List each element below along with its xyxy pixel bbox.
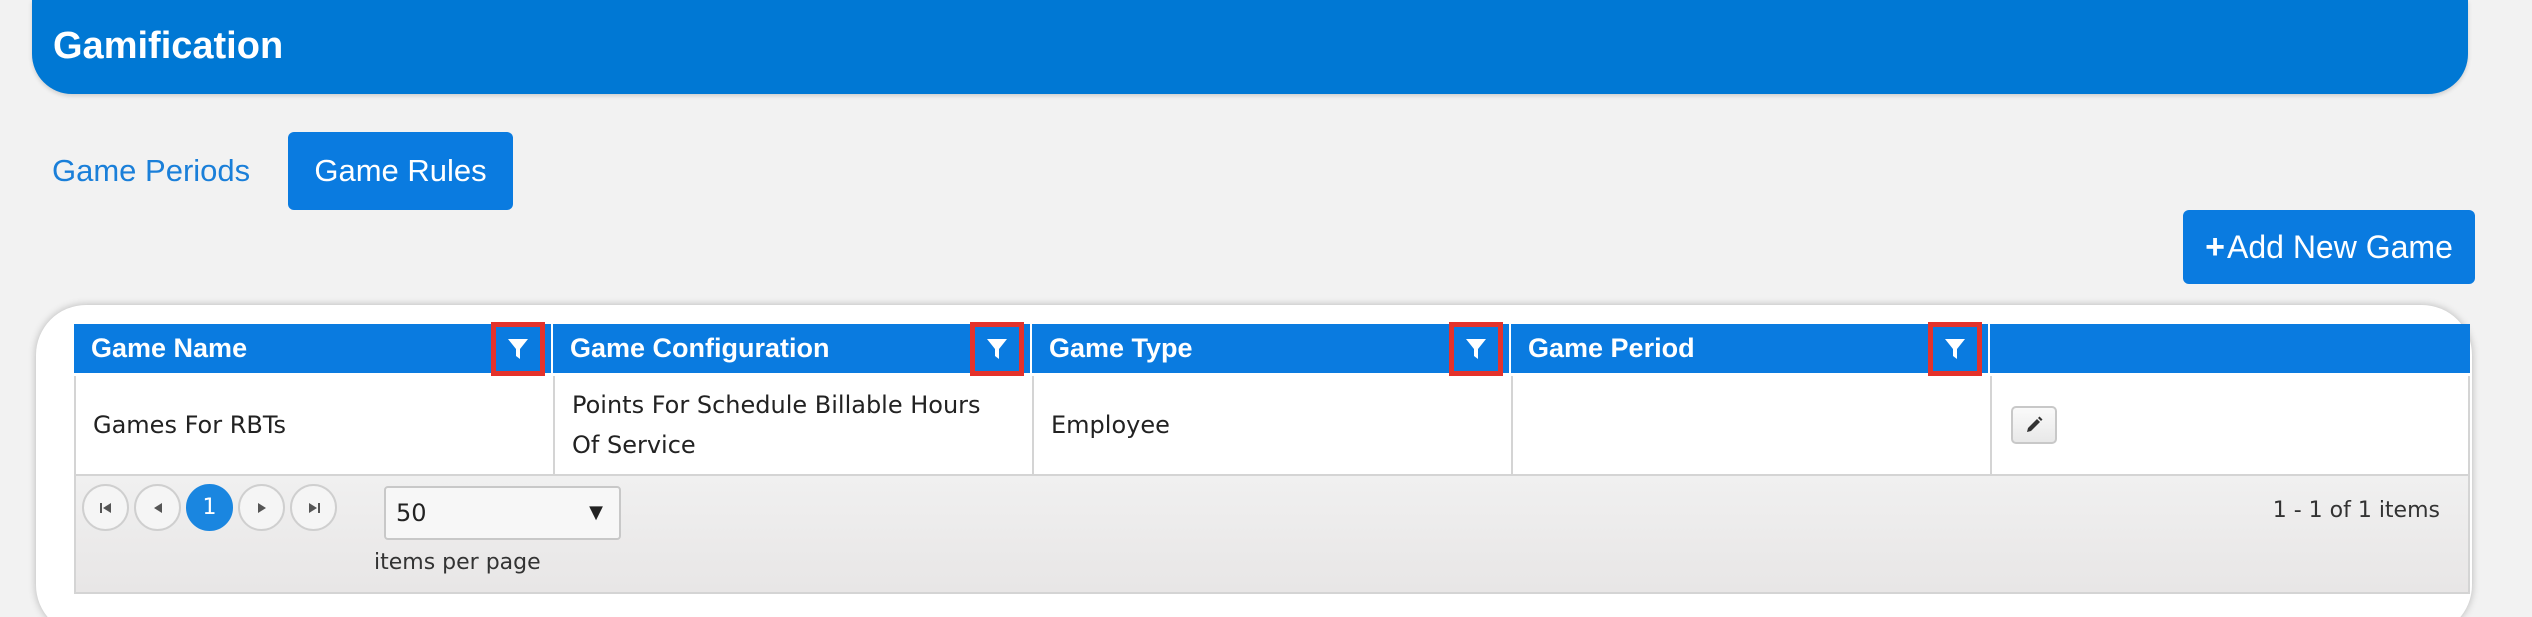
items-per-page-label: items per page xyxy=(374,550,541,575)
filter-game-name-button[interactable] xyxy=(491,322,545,376)
column-header-label: Game Type xyxy=(1049,333,1193,363)
page-size-select[interactable]: 50 ▼ xyxy=(384,486,621,540)
edit-button[interactable] xyxy=(2011,406,2057,444)
pager-info: 1 - 1 of 1 items xyxy=(2272,498,2440,523)
add-new-game-button[interactable]: + Add New Game xyxy=(2183,210,2475,284)
page-number-button[interactable]: 1 xyxy=(186,484,233,531)
plus-icon: + xyxy=(2205,227,2225,266)
column-header-game-name[interactable]: Game Name xyxy=(74,322,553,376)
next-page-icon xyxy=(257,502,266,513)
previous-page-button[interactable] xyxy=(134,484,181,531)
tab-game-periods[interactable]: Game Periods xyxy=(40,132,280,210)
column-header-game-period[interactable]: Game Period xyxy=(1511,322,1990,376)
column-header-label: Game Period xyxy=(1528,333,1695,363)
cell-game-configuration: Points For Schedule Billable Hours Of Se… xyxy=(555,376,1034,474)
last-page-button[interactable] xyxy=(290,484,337,531)
first-page-button[interactable] xyxy=(82,484,129,531)
cell-game-name: Games For RBTs xyxy=(76,376,555,474)
column-header-label: Game Configuration xyxy=(570,333,830,363)
grid-pager: 1 50 ▼ items per page 1 - 1 of 1 items xyxy=(74,476,2470,594)
filter-icon xyxy=(987,339,1007,359)
cell-game-type: Employee xyxy=(1034,376,1513,474)
previous-page-icon xyxy=(153,502,162,513)
cell-actions xyxy=(1992,376,2468,474)
filter-game-period-button[interactable] xyxy=(1928,322,1982,376)
table-row[interactable]: Games For RBTs Points For Schedule Billa… xyxy=(74,376,2470,476)
page-size-value: 50 xyxy=(396,499,427,527)
tab-bar: Game Periods Game Rules xyxy=(40,132,513,210)
next-page-button[interactable] xyxy=(238,484,285,531)
pencil-icon xyxy=(2027,416,2043,432)
filter-icon xyxy=(1945,339,1965,359)
caret-down-icon: ▼ xyxy=(589,502,603,523)
filter-game-type-button[interactable] xyxy=(1449,322,1503,376)
games-grid: Game Name Game Configuration Game Type G… xyxy=(74,322,2470,594)
last-page-icon xyxy=(308,502,320,513)
first-page-icon xyxy=(99,502,111,513)
column-header-game-configuration[interactable]: Game Configuration xyxy=(553,322,1032,376)
column-header-label: Game Name xyxy=(91,333,248,363)
column-header-actions xyxy=(1990,324,2470,373)
filter-icon xyxy=(1466,339,1486,359)
pager-nav: 1 xyxy=(82,484,337,531)
header-bar xyxy=(32,0,2468,94)
add-new-game-label: Add New Game xyxy=(2226,228,2453,265)
cell-game-period xyxy=(1513,376,1992,474)
page-title: Gamification xyxy=(53,25,284,67)
column-header-game-type[interactable]: Game Type xyxy=(1032,322,1511,376)
grid-header: Game Name Game Configuration Game Type G… xyxy=(74,322,2470,376)
filter-game-configuration-button[interactable] xyxy=(970,322,1024,376)
filter-icon xyxy=(508,339,528,359)
tab-game-rules[interactable]: Game Rules xyxy=(288,132,513,210)
